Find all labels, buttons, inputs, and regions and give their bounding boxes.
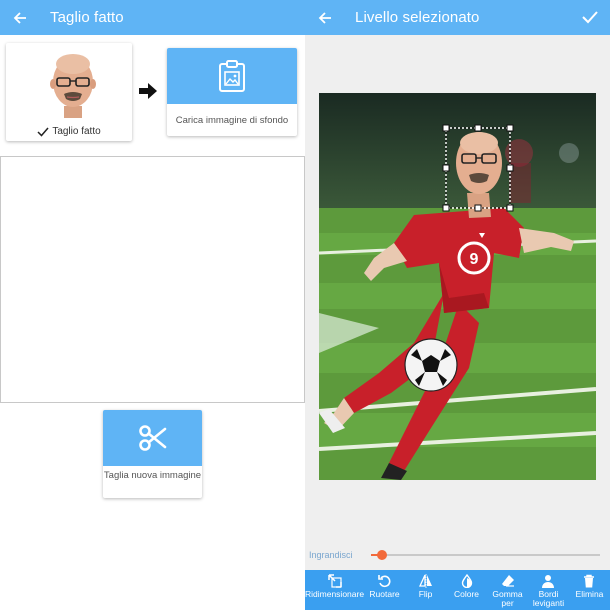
tool-flip[interactable]: Flip [405,570,446,610]
tool-color[interactable]: Colore [446,570,487,610]
cut-new-image-label: Taglia nuova immagine [103,470,202,481]
edit-toolbar: Ridimensionare Ruotare Flip Colore Gomma… [305,570,610,610]
left-app-bar: Taglio fatto [0,0,305,35]
tool-resize[interactable]: Ridimensionare [305,570,364,610]
back-arrow-icon [318,11,331,24]
clipboard-image-icon [219,60,245,92]
back-button[interactable] [10,8,30,28]
scissors-icon [138,425,166,451]
left-title: Taglio fatto [50,9,124,26]
tool-rotate[interactable]: Ruotare [364,570,405,610]
right-app-bar: Livello selezionato [305,0,610,35]
right-title: Livello selezionato [355,9,480,26]
right-screen: Livello selezionato 9 Ingrandisci Ridime… [305,0,610,610]
preview-canvas [0,156,305,403]
svg-text:9: 9 [470,251,479,268]
load-background-label: Carica immagine di sfondo [175,115,289,126]
checkmark-icon [37,127,49,137]
zoom-slider-row: Ingrandisci [305,540,610,570]
left-screen: Taglio fatto Taglio fatto Carica immagin… [0,0,305,610]
back-button-right[interactable] [315,8,335,28]
zoom-label: Ingrandisci [309,550,353,560]
tool-smooth-edges[interactable]: Bordi leviganti [528,570,569,610]
cut-done-card[interactable]: Taglio fatto [6,43,132,141]
tool-delete[interactable]: Elimina [569,570,610,610]
trash-icon [584,574,595,588]
cut-done-label: Taglio fatto [6,126,132,137]
zoom-slider-thumb[interactable] [377,550,388,560]
eraser-icon [501,575,514,587]
resize-icon [327,574,342,588]
right-arrow-icon [139,83,157,99]
zoom-slider-track[interactable] [371,550,600,560]
cutout-face-image [50,54,96,118]
person-icon [542,575,555,588]
flip-icon [418,574,432,588]
soccer-player-image: 9 [319,93,596,480]
tool-eraser[interactable]: Gomma per [487,570,528,610]
cut-new-image-button[interactable]: Taglia nuova immagine [103,410,202,498]
confirm-check-icon[interactable] [580,7,600,27]
rotate-icon [377,575,390,588]
color-drop-icon [461,574,472,588]
back-arrow-icon [13,11,26,24]
load-background-button[interactable]: Carica immagine di sfondo [167,48,297,136]
composited-photo[interactable]: 9 [319,93,596,480]
